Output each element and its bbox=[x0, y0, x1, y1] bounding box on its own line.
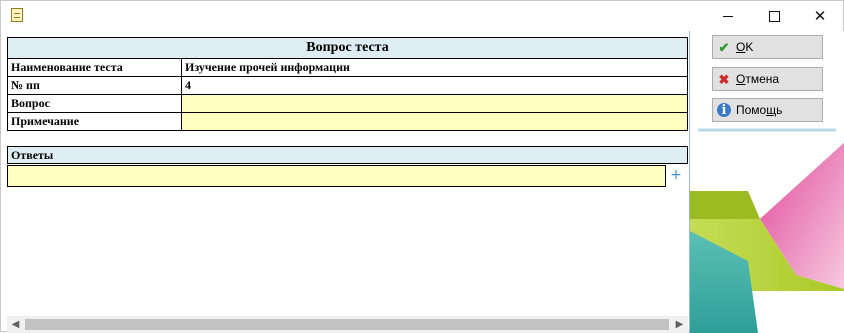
cross-icon: ✖ bbox=[718, 71, 730, 87]
row-question: Вопрос bbox=[7, 94, 688, 113]
help-label-mnemonic: щ bbox=[766, 103, 777, 117]
number-label: № пп bbox=[7, 76, 182, 95]
dialog-window: ✕ Вопрос теста Наименование теста Изучен… bbox=[0, 0, 844, 333]
app-icon bbox=[11, 8, 23, 22]
ok-button[interactable]: ✔ OK bbox=[712, 35, 823, 59]
answer-field[interactable] bbox=[7, 165, 666, 187]
scroll-thumb[interactable] bbox=[25, 319, 669, 330]
answers-header: Ответы bbox=[7, 146, 688, 164]
ok-label-rest: K bbox=[745, 40, 754, 54]
ok-label: OK bbox=[736, 40, 753, 54]
test-name-label: Наименование теста bbox=[7, 58, 182, 77]
maximize-icon bbox=[768, 10, 780, 22]
question-label: Вопрос bbox=[7, 94, 182, 113]
check-icon: ✔ bbox=[718, 39, 730, 55]
cancel-button[interactable]: ✖ Отмена bbox=[712, 67, 823, 91]
cancel-label: Отмена bbox=[736, 72, 779, 86]
question-properties-table: Вопрос теста Наименование теста Изучение… bbox=[7, 37, 688, 131]
scroll-left-icon[interactable]: ◀ bbox=[7, 316, 24, 333]
scroll-right-icon[interactable]: ▶ bbox=[671, 316, 688, 333]
form-header: Вопрос теста bbox=[7, 37, 688, 59]
close-button[interactable]: ✕ bbox=[797, 1, 843, 31]
help-button[interactable]: i Помощь bbox=[712, 98, 823, 122]
ok-label-mnemonic: O bbox=[736, 40, 746, 54]
question-field[interactable] bbox=[181, 94, 688, 113]
question-form: Вопрос теста Наименование теста Изучение… bbox=[7, 37, 688, 131]
info-icon: i bbox=[717, 103, 731, 117]
cancel-label-rest: тмена bbox=[745, 72, 780, 86]
horizontal-scrollbar[interactable]: ◀ ▶ bbox=[7, 316, 688, 333]
title-bar: ✕ bbox=[1, 1, 843, 31]
help-label-tail: ь bbox=[776, 103, 783, 117]
minimize-icon bbox=[723, 15, 733, 17]
side-panel: ✔ OK ✖ Отмена i Помощь bbox=[690, 31, 844, 333]
note-label: Примечание bbox=[7, 112, 182, 131]
number-value: 4 bbox=[181, 76, 688, 95]
help-label: Помощь bbox=[736, 103, 782, 117]
note-field[interactable] bbox=[181, 112, 688, 131]
row-note: Примечание bbox=[7, 112, 688, 131]
help-label-head: Помо bbox=[736, 103, 767, 117]
add-answer-icon[interactable]: + bbox=[669, 167, 683, 183]
cancel-label-mnemonic: О bbox=[736, 72, 746, 86]
row-test-name: Наименование теста Изучение прочей инфор… bbox=[7, 58, 688, 77]
test-name-value: Изучение прочей информации bbox=[181, 58, 688, 77]
maximize-button[interactable] bbox=[751, 1, 797, 31]
close-icon: ✕ bbox=[813, 6, 827, 25]
row-number: № пп 4 bbox=[7, 76, 688, 95]
minimize-button[interactable] bbox=[705, 1, 751, 31]
